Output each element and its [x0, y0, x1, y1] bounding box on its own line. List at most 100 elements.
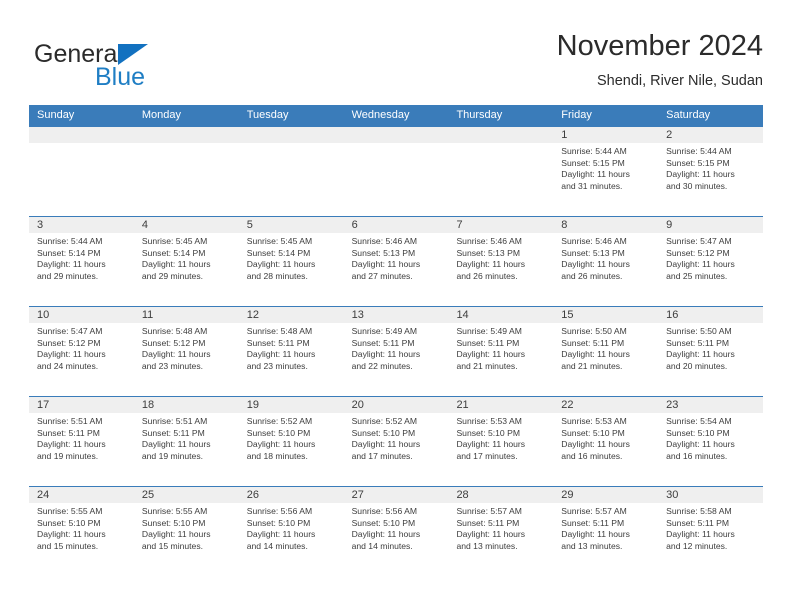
calendar-week-row: 24 Sunrise: 5:55 AM Sunset: 5:10 PM Dayligh…: [29, 486, 764, 576]
sunset-text: Sunset: 5:12 PM: [37, 337, 101, 348]
weekday-header-wednesday: Wednesday: [351, 109, 410, 121]
sunset-text: Sunset: 5:10 PM: [666, 427, 730, 438]
calendar-day-cell[interactable]: 30 Sunrise: 5:58 AM Sunset: 5:11 PM Dayligh…: [658, 486, 764, 576]
sunrise-text: Sunrise: 5:51 AM: [141, 416, 208, 426]
sunset-text: Sunset: 5:13 PM: [351, 247, 416, 258]
daylight-text-line2: and 23 minutes.: [141, 360, 204, 371]
calendar-day-cell[interactable]: 3 Sunrise: 5:44 AM Sunset: 5:14 PM Daylight…: [29, 216, 134, 306]
sunrise-text: Sunrise: 5:58 AM: [666, 506, 732, 516]
day-number: 29: [553, 487, 659, 503]
daylight-text-line2: and 28 minutes.: [246, 270, 308, 281]
calendar-day-cell[interactable]: 7 Sunrise: 5:46 AM Sunset: 5:13 PM Daylight…: [448, 216, 554, 306]
sunset-text: Sunset: 5:11 PM: [246, 337, 310, 348]
sunrise-text: Sunrise: 5:51 AM: [37, 416, 103, 426]
sunset-text: Sunset: 5:11 PM: [666, 337, 730, 348]
calendar-day-cell-empty: [238, 126, 344, 216]
calendar-day-cell[interactable]: 9 Sunrise: 5:47 AM Sunset: 5:12 PM Daylight…: [658, 216, 764, 306]
daylight-text-line2: and 23 minutes.: [246, 360, 308, 371]
calendar-day-cell[interactable]: 11 Sunrise: 5:48 AM Sunset: 5:12 PM Dayligh…: [133, 306, 239, 396]
daylight-text-line1: Daylight: 11 hours: [561, 529, 630, 540]
sunset-text: Sunset: 5:11 PM: [351, 337, 415, 348]
sunset-text: Sunset: 5:12 PM: [141, 337, 206, 348]
daylight-text-line1: Daylight: 11 hours: [456, 439, 526, 450]
daylight-text-line2: and 24 minutes.: [37, 360, 99, 371]
calendar-day-cell-empty: [29, 126, 134, 216]
sunrise-text: Sunrise: 5:44 AM: [561, 146, 627, 156]
calendar-day-cell[interactable]: 17 Sunrise: 5:51 AM Sunset: 5:11 PM Dayligh…: [29, 396, 134, 486]
daylight-text-line1: Daylight: 11 hours: [37, 439, 106, 450]
sunrise-text: Sunrise: 5:49 AM: [456, 326, 522, 336]
calendar-day-cell[interactable]: 12 Sunrise: 5:48 AM Sunset: 5:11 PM Dayligh…: [238, 306, 344, 396]
day-number: 17: [29, 397, 134, 413]
daylight-text-line2: and 29 minutes.: [37, 270, 99, 281]
page-header: General Blue November 2024 Shendi, River…: [29, 28, 763, 98]
sunset-text: Sunset: 5:10 PM: [456, 427, 520, 438]
calendar-day-cell[interactable]: 19 Sunrise: 5:52 AM Sunset: 5:10 PM Dayligh…: [238, 396, 344, 486]
calendar-day-cell[interactable]: 21 Sunrise: 5:53 AM Sunset: 5:10 PM Dayligh…: [448, 396, 554, 486]
daylight-text-line1: Daylight: 11 hours: [37, 529, 106, 540]
day-details: Sunrise: 5:47 AM Sunset: 5:12 PM Daylight:…: [29, 323, 134, 372]
sunrise-text: Sunrise: 5:52 AM: [351, 416, 418, 426]
day-details: Sunrise: 5:45 AM Sunset: 5:14 PM Daylight:…: [134, 233, 239, 282]
day-details: Sunrise: 5:51 AM Sunset: 5:11 PM Daylight:…: [134, 413, 239, 462]
calendar-day-cell[interactable]: 13 Sunrise: 5:49 AM Sunset: 5:11 PM Dayligh…: [343, 306, 449, 396]
calendar-week-row: 3 Sunrise: 5:44 AM Sunset: 5:14 PM Daylight…: [29, 216, 764, 306]
calendar-day-cell[interactable]: 16 Sunrise: 5:50 AM Sunset: 5:11 PM Dayligh…: [658, 306, 764, 396]
daylight-text-line1: Daylight: 11 hours: [351, 529, 421, 540]
day-number: 2: [658, 127, 764, 143]
calendar-day-cell[interactable]: 6 Sunrise: 5:46 AM Sunset: 5:13 PM Daylight…: [343, 216, 449, 306]
day-number: 19: [238, 397, 344, 413]
calendar-day-cell[interactable]: 26 Sunrise: 5:56 AM Sunset: 5:10 PM Dayligh…: [238, 486, 344, 576]
sunrise-text: Sunrise: 5:55 AM: [141, 506, 208, 516]
calendar-day-cell[interactable]: 5 Sunrise: 5:45 AM Sunset: 5:14 PM Daylight…: [238, 216, 344, 306]
weekday-header-thursday: Thursday: [456, 109, 503, 121]
sunset-text: Sunset: 5:10 PM: [246, 427, 311, 438]
calendar-day-cell[interactable]: 28 Sunrise: 5:57 AM Sunset: 5:11 PM Dayligh…: [448, 486, 554, 576]
day-details: Sunrise: 5:50 AM Sunset: 5:11 PM Daylight:…: [658, 323, 763, 372]
daylight-text-line1: Daylight: 11 hours: [666, 439, 735, 450]
calendar-day-cell[interactable]: 29 Sunrise: 5:57 AM Sunset: 5:11 PM Dayligh…: [553, 486, 659, 576]
general-blue-logo[interactable]: General Blue: [34, 30, 264, 91]
sunrise-text: Sunrise: 5:44 AM: [37, 236, 103, 246]
sunrise-text: Sunrise: 5:47 AM: [37, 326, 103, 336]
calendar-day-cell[interactable]: 22 Sunrise: 5:53 AM Sunset: 5:10 PM Dayligh…: [553, 396, 659, 486]
calendar-day-cell[interactable]: 1 Sunrise: 5:44 AM Sunset: 5:15 PM Daylight…: [553, 126, 659, 216]
daylight-text-line2: and 19 minutes.: [141, 450, 204, 461]
calendar-day-cell[interactable]: 2 Sunrise: 5:44 AM Sunset: 5:15 PM Daylight…: [658, 126, 764, 216]
day-details: Sunrise: 5:48 AM Sunset: 5:11 PM Daylight:…: [239, 323, 344, 372]
calendar-day-cell[interactable]: 10 Sunrise: 5:47 AM Sunset: 5:12 PM Dayligh…: [29, 306, 134, 396]
daylight-text-line2: and 26 minutes.: [456, 270, 518, 281]
calendar-day-cell[interactable]: 14 Sunrise: 5:49 AM Sunset: 5:11 PM Dayligh…: [448, 306, 554, 396]
daylight-text-line1: Daylight: 11 hours: [561, 349, 630, 360]
calendar-day-cell[interactable]: 24 Sunrise: 5:55 AM Sunset: 5:10 PM Dayligh…: [29, 486, 134, 576]
daylight-text-line2: and 27 minutes.: [351, 270, 413, 281]
calendar-day-cell-empty: [133, 126, 239, 216]
sunrise-text: Sunrise: 5:50 AM: [561, 326, 627, 336]
calendar-day-cell[interactable]: 8 Sunrise: 5:46 AM Sunset: 5:13 PM Daylight…: [553, 216, 659, 306]
calendar-day-cell[interactable]: 27 Sunrise: 5:56 AM Sunset: 5:10 PM Dayligh…: [343, 486, 449, 576]
sunrise-text: Sunrise: 5:50 AM: [666, 326, 732, 336]
day-number: 27: [343, 487, 449, 503]
day-details: Sunrise: 5:44 AM Sunset: 5:14 PM Daylight:…: [29, 233, 134, 282]
daylight-text-line2: and 17 minutes.: [351, 450, 413, 461]
calendar-day-cell[interactable]: 15 Sunrise: 5:50 AM Sunset: 5:11 PM Dayligh…: [553, 306, 659, 396]
calendar-day-cell[interactable]: 23 Sunrise: 5:54 AM Sunset: 5:10 PM Dayligh…: [658, 396, 764, 486]
daylight-text-line1: Daylight: 11 hours: [666, 349, 735, 360]
day-details: Sunrise: 5:51 AM Sunset: 5:11 PM Daylight:…: [29, 413, 134, 462]
day-details: Sunrise: 5:49 AM Sunset: 5:11 PM Daylight:…: [448, 323, 553, 372]
day-number: [133, 127, 239, 143]
daylight-text-line2: and 30 minutes.: [666, 180, 728, 191]
calendar-day-cell[interactable]: 20 Sunrise: 5:52 AM Sunset: 5:10 PM Dayligh…: [343, 396, 449, 486]
daylight-text-line2: and 21 minutes.: [456, 360, 518, 371]
daylight-text-line1: Daylight: 11 hours: [666, 529, 735, 540]
calendar-day-cell[interactable]: 25 Sunrise: 5:55 AM Sunset: 5:10 PM Dayligh…: [133, 486, 239, 576]
weekday-header-row: Sunday Monday Tuesday Wednesday Thursday Frid…: [29, 105, 763, 126]
daylight-text-line1: Daylight: 11 hours: [141, 529, 211, 540]
daylight-text-line2: and 25 minutes.: [666, 270, 728, 281]
calendar-day-cell[interactable]: 4 Sunrise: 5:45 AM Sunset: 5:14 PM Daylight…: [133, 216, 239, 306]
day-details: Sunrise: 5:56 AM Sunset: 5:10 PM Daylight:…: [344, 503, 449, 552]
daylight-text-line1: Daylight: 11 hours: [246, 529, 316, 540]
calendar-day-cell[interactable]: 18 Sunrise: 5:51 AM Sunset: 5:11 PM Dayligh…: [133, 396, 239, 486]
daylight-text-line1: Daylight: 11 hours: [37, 259, 106, 270]
daylight-text-line2: and 31 minutes.: [561, 180, 623, 191]
